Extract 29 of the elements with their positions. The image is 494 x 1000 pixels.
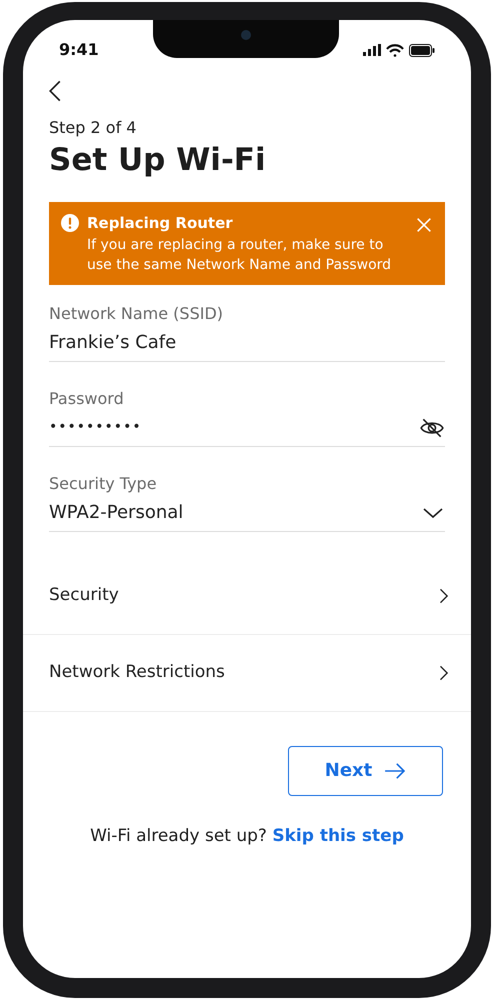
field-value: Frankie’s Cafe	[49, 331, 176, 355]
camera-icon	[241, 30, 251, 40]
field-value: ••••••••••	[49, 418, 142, 437]
settings-row[interactable]: Security	[23, 558, 471, 634]
step-indicator: Step 2 of 4	[49, 117, 138, 139]
settings-row[interactable]: Network Restrictions	[23, 634, 471, 712]
select-field[interactable]: Security Type WPA2-Personal	[49, 472, 445, 532]
next-button[interactable]: Next	[288, 746, 443, 796]
alert-icon	[61, 214, 79, 232]
row-label: Network Restrictions	[49, 660, 225, 684]
banner-title: Replacing Router	[87, 213, 234, 234]
skip-link[interactable]: Skip this step	[272, 826, 404, 846]
page-title: Set Up Wi-Fi	[49, 141, 267, 180]
wifi-icon	[386, 44, 404, 56]
skip-prompt: Wi-Fi already set up? Skip this step	[90, 824, 404, 848]
input-field[interactable]: Password ••••••••••	[49, 388, 445, 446]
banner-message: If you are replacing a router, make sure to use the same Network Name and Password	[87, 236, 392, 274]
row-label: Security	[49, 584, 119, 607]
battery-icon	[409, 44, 435, 56]
field-label: Password	[49, 388, 125, 410]
signal-icon	[363, 44, 381, 56]
field-label: Security Type	[49, 472, 158, 494]
input-field[interactable]: Network Name (SSID) Frankie’s Cafe	[49, 302, 445, 362]
close-icon[interactable]	[415, 216, 433, 234]
status-time: 9:41	[59, 39, 99, 61]
back-button[interactable]	[49, 80, 61, 102]
field-value: WPA2-Personal	[49, 501, 184, 525]
field-label: Network Name (SSID)	[49, 302, 224, 324]
arrow-right-icon	[384, 762, 406, 780]
